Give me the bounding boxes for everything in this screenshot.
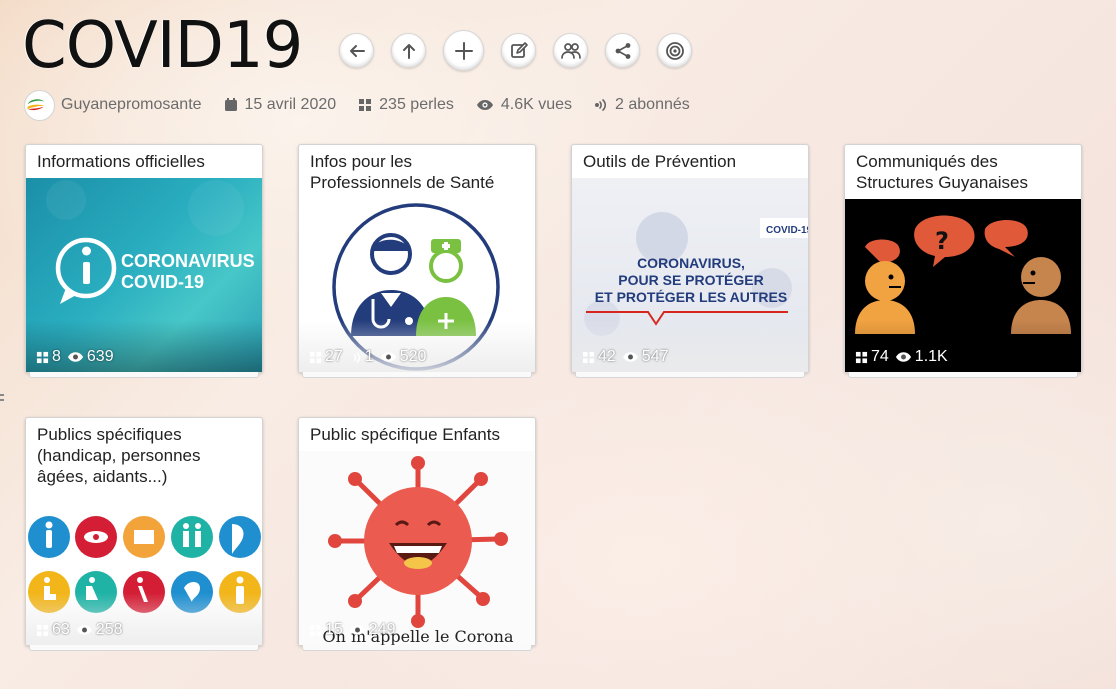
author-name: Guyanepromosante [61, 96, 202, 113]
share-icon [615, 42, 630, 59]
topic-card-communiques-structures-guyanaises[interactable]: Communiqués des Structures Guyanaises ? … [844, 144, 1082, 378]
topic-card-informations-officielles[interactable]: Informations officielles CORONAVIRUS COV… [25, 144, 263, 378]
views-count: 249 [368, 621, 396, 638]
eye-icon [76, 625, 92, 635]
up-arrow-icon [402, 43, 415, 59]
broadcast-icon [353, 351, 360, 363]
views-count: 639 [86, 348, 114, 365]
topic-card-public-specifique-enfants[interactable]: Public spécifique Enfants On m'appelle l… [298, 417, 536, 651]
followers-count: 1 [364, 348, 374, 365]
card-title: Outils de Prévention [583, 152, 737, 171]
followers-button[interactable] [553, 33, 588, 68]
broadcast-icon [595, 99, 607, 111]
back-arrow-icon [349, 44, 365, 57]
eye-icon [476, 100, 493, 110]
plus-icon [454, 41, 473, 60]
card-title: Public spécifique Enfants [310, 425, 500, 444]
pearls-count: 235 perles [379, 96, 454, 113]
eye-icon [349, 625, 365, 635]
image-caption-line2: COVID-19 [121, 272, 204, 292]
views-count: 4.6K vues [500, 96, 573, 113]
card-stats: 63 258 [36, 621, 129, 639]
subscribers-count: 2 abonnés [615, 96, 690, 113]
topic-card-professionnels-de-sante[interactable]: Infos pour les Professionnels de Santé 2… [298, 144, 536, 378]
card-image: COVID-19 CORONAVIRUS, POUR SE PROTÉGER E… [572, 178, 808, 372]
grid-icon [359, 99, 372, 111]
views-info: 4.6K vues [476, 96, 572, 114]
back-button[interactable] [339, 33, 374, 68]
eye-icon [622, 352, 638, 362]
card-stats: 27 1 520 [309, 348, 432, 366]
card-image: CORONAVIRUS COVID-19 [26, 178, 262, 372]
grid-icon [309, 624, 322, 636]
header-actions [339, 30, 709, 71]
eye-icon [895, 352, 911, 362]
pearls-count: 8 [52, 348, 61, 365]
target-button[interactable] [657, 33, 692, 68]
card-stats: 74 1.1K [855, 348, 954, 366]
share-button[interactable] [605, 33, 640, 68]
views-count: 1.1K [914, 348, 948, 365]
card-stats: 15 249 [309, 621, 402, 639]
add-button[interactable] [443, 30, 484, 71]
grid-icon [855, 351, 868, 363]
card-stats: 42 547 [582, 348, 675, 366]
pearls-count: 27 [325, 348, 343, 365]
pearls-count: 63 [52, 621, 70, 638]
question-mark-icon: ? [935, 227, 949, 255]
card-image: ? [845, 199, 1081, 372]
card-image [299, 201, 535, 372]
card-title: Communiqués des Structures Guyanaises [856, 152, 1028, 192]
views-count: 547 [641, 348, 669, 365]
image-caption-line1: CORONAVIRUS, [637, 255, 745, 271]
up-button[interactable] [391, 33, 426, 68]
views-count: 258 [95, 621, 123, 638]
page-title: COVID19 [22, 9, 303, 83]
subscribers-info[interactable]: 2 abonnés [594, 96, 690, 114]
card-stats: 8 639 [36, 348, 120, 366]
eye-icon [67, 352, 83, 362]
image-caption-line2: POUR SE PROTÉGER [618, 272, 763, 288]
author-logo-icon [25, 94, 47, 116]
followers-icon [560, 42, 581, 59]
card-title: Informations officielles [37, 152, 205, 171]
card-title: Infos pour les Professionnels de Santé [310, 152, 495, 192]
views-count: 520 [399, 348, 427, 365]
pearls-count: 74 [871, 348, 889, 365]
avatar [24, 89, 55, 121]
pearls-count: 15 [325, 621, 343, 638]
scoop-meta: Guyanepromosante 15 avril 2020 235 perle… [24, 89, 712, 121]
author-link[interactable]: Guyanepromosante [24, 89, 202, 121]
pearls-info: 235 perles [358, 96, 454, 114]
grid-icon [36, 351, 49, 363]
grid-icon [582, 351, 595, 363]
date-info: 15 avril 2020 [224, 96, 337, 114]
grid-icon [36, 624, 49, 636]
edit-icon [510, 41, 528, 58]
image-caption-line3: ET PROTÉGER LES AUTRES [595, 289, 787, 305]
date-text: 15 avril 2020 [244, 96, 337, 113]
image-caption-line1: CORONAVIRUS [121, 251, 255, 271]
topic-card-publics-specifiques[interactable]: Publics spécifiques (handicap, personnes… [25, 417, 263, 651]
calendar-icon [224, 98, 237, 111]
image-badge: COVID-19 [766, 225, 808, 236]
target-icon [665, 41, 684, 60]
edit-button[interactable] [501, 33, 536, 68]
grid-icon [309, 351, 322, 363]
card-title: Publics spécifiques (handicap, personnes… [37, 425, 201, 486]
card-image: On m'appelle le Corona [299, 451, 535, 645]
pearls-count: 42 [598, 348, 616, 365]
eye-icon [380, 352, 396, 362]
edge-handle-icon[interactable] [0, 393, 4, 405]
topic-card-outils-de-prevention[interactable]: Outils de Prévention COVID-19 CORONAVIRU… [571, 144, 809, 378]
